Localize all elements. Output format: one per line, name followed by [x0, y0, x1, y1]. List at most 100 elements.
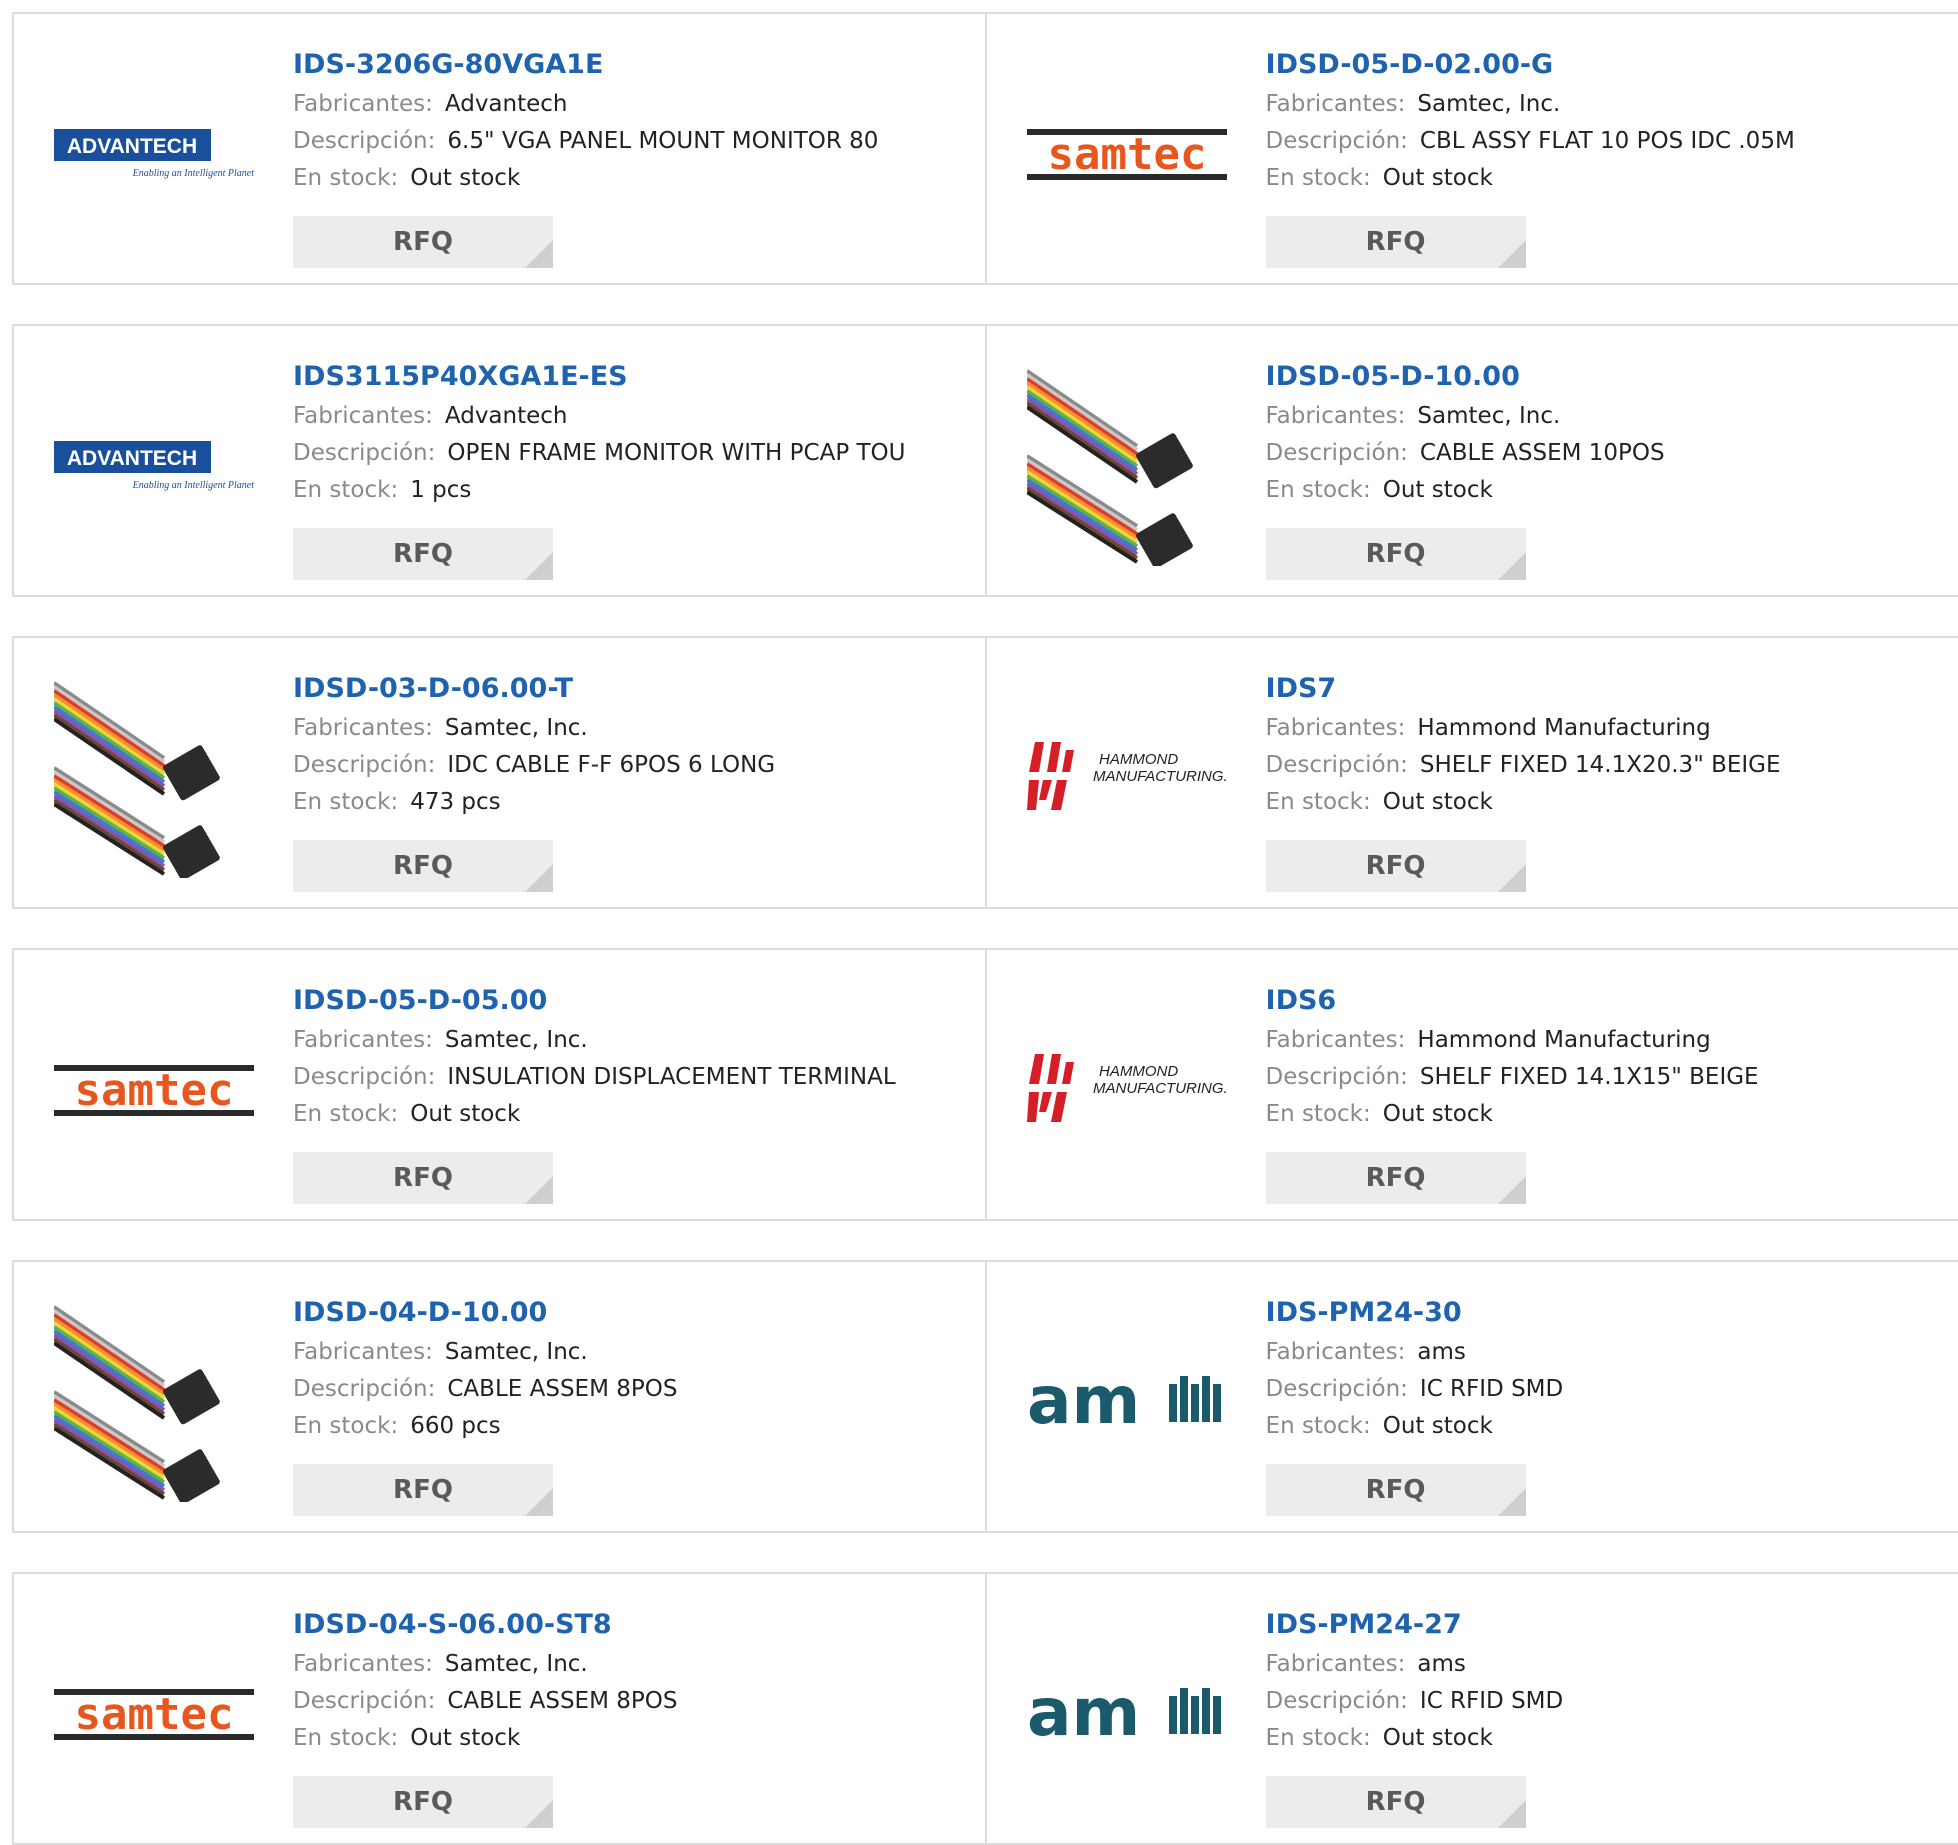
rfq-button[interactable]: RFQ	[1265, 1464, 1526, 1516]
description-label: Descripción:	[1265, 1688, 1408, 1714]
stock-value: Out stock	[1382, 1413, 1493, 1439]
product-card: am IDS-PM24-30 Fabricantes: ams Descripción:…	[986, 1260, 1958, 1533]
part-number-link[interactable]: IDS3115P40XGA1E-ES	[293, 356, 975, 398]
description-line: Descripción: IC RFID SMD	[1266, 1371, 1958, 1408]
product-info: IDSD-05-D-02.00-G Fabricantes: Samtec, Inc…	[1266, 44, 1958, 197]
stock-value: Out stock	[410, 165, 521, 191]
manufacturer-line: Fabricantes: Hammond Manufacturing	[1266, 1022, 1958, 1059]
part-number-link[interactable]: IDSD-05-D-10.00	[1266, 356, 1958, 398]
product-info: IDS7 Fabricantes: Hammond Manufacturing Des…	[1266, 668, 1958, 821]
rfq-label: RFQ	[1365, 539, 1426, 569]
stock-value: Out stock	[1382, 1101, 1493, 1127]
advantech-logo-tagline: Enabling an Intelligent Planet	[132, 168, 254, 179]
part-number-link[interactable]: IDSD-03-D-06.00-T	[293, 668, 975, 710]
rfq-label: RFQ	[393, 539, 453, 569]
rfq-corner-decoration	[525, 1800, 553, 1828]
hammond-logo-text: HAMMOND	[1099, 1063, 1178, 1080]
part-number-link[interactable]: IDS-3206G-80VGA1E	[293, 44, 975, 86]
manufacturer-label: Fabricantes:	[1265, 1651, 1406, 1677]
part-number-link[interactable]: IDS-PM24-27	[1266, 1604, 1958, 1646]
manufacturer-value: Samtec, Inc.	[444, 715, 588, 741]
description-line: Descripción: IC RFID SMD	[1266, 1683, 1958, 1720]
part-number-link[interactable]: IDSD-04-D-10.00	[293, 1292, 975, 1334]
stock-value: 660 pcs	[410, 1413, 501, 1439]
manufacturer-line: Fabricantes: Samtec, Inc.	[293, 1022, 975, 1059]
product-info: IDS-PM24-27 Fabricantes: ams Descripción: IC…	[1266, 1604, 1958, 1757]
description-label: Descripción:	[1265, 128, 1408, 154]
manufacturer-label: Fabricantes:	[293, 403, 433, 429]
description-value: CBL ASSY FLAT 10 POS IDC .05M	[1419, 128, 1795, 154]
description-line: Descripción: CABLE ASSEM 10POS	[1266, 435, 1958, 472]
rfq-label: RFQ	[393, 851, 453, 881]
rfq-label: RFQ	[1365, 1475, 1426, 1505]
advantech-logo-text: ADVANTECH	[67, 135, 197, 158]
part-number-link[interactable]: IDSD-04-S-06.00-ST8	[293, 1604, 975, 1646]
part-number-link[interactable]: IDS7	[1266, 668, 1958, 710]
description-line: Descripción: IDC CABLE F-F 6POS 6 LONG	[293, 747, 975, 784]
manufacturer-line: Fabricantes: Samtec, Inc.	[293, 1646, 975, 1683]
manufacturer-value: Hammond Manufacturing	[1417, 1027, 1711, 1053]
rfq-button[interactable]: RFQ	[293, 216, 553, 268]
product-info: IDS-3206G-80VGA1E Fabricantes: Advantech De…	[293, 44, 975, 197]
stock-label: En stock:	[293, 789, 399, 815]
product-card: ADVANTECH Enabling an Intelligent Planet I…	[12, 324, 987, 597]
stock-line: En stock: 1 pcs	[293, 472, 975, 509]
cable-photo-logo	[54, 1302, 254, 1502]
manufacturer-value: Samtec, Inc.	[444, 1027, 588, 1053]
part-number-link[interactable]: IDSD-05-D-02.00-G	[1266, 44, 1958, 86]
description-line: Descripción: CBL ASSY FLAT 10 POS IDC .05…	[1266, 123, 1958, 160]
hammond-logo-subtext: MANUFACTURING.	[1093, 1080, 1227, 1097]
rfq-label: RFQ	[1365, 1163, 1426, 1193]
description-value: CABLE ASSEM 8POS	[447, 1376, 678, 1402]
rfq-corner-decoration	[525, 1488, 553, 1516]
description-label: Descripción:	[1265, 1064, 1408, 1090]
rfq-button[interactable]: RFQ	[293, 1464, 553, 1516]
product-card: IDSD-05-D-10.00 Fabricantes: Samtec, Inc. D…	[986, 324, 1958, 597]
stock-label: En stock:	[1265, 1413, 1371, 1439]
part-number-link[interactable]: IDS6	[1266, 980, 1958, 1022]
manufacturer-line: Fabricantes: ams	[1266, 1646, 1958, 1683]
product-grid: ADVANTECH Enabling an Intelligent Planet I…	[0, 0, 1958, 1845]
description-label: Descripción:	[293, 128, 436, 154]
rfq-button[interactable]: RFQ	[1265, 1152, 1526, 1204]
rfq-corner-decoration	[1497, 1488, 1526, 1516]
stock-label: En stock:	[293, 1413, 399, 1439]
rfq-button[interactable]: RFQ	[293, 1776, 553, 1828]
samtec-logo: samtec	[54, 990, 254, 1190]
stock-line: En stock: Out stock	[1266, 1720, 1958, 1757]
rfq-button[interactable]: RFQ	[1265, 216, 1526, 268]
manufacturer-value: Samtec, Inc.	[444, 1651, 588, 1677]
product-card: HAMMOND MANUFACTURING. IDS7 Fabricantes: Ham…	[986, 636, 1958, 909]
product-card: IDSD-03-D-06.00-T Fabricantes: Samtec, Inc…	[12, 636, 987, 909]
manufacturer-label: Fabricantes:	[293, 1339, 433, 1365]
rfq-button[interactable]: RFQ	[1265, 528, 1526, 580]
part-number-link[interactable]: IDS-PM24-30	[1266, 1292, 1958, 1334]
rfq-label: RFQ	[1365, 227, 1426, 257]
manufacturer-label: Fabricantes:	[1265, 1339, 1406, 1365]
manufacturer-line: Fabricantes: Advantech	[293, 86, 975, 123]
rfq-corner-decoration	[1497, 552, 1526, 580]
rfq-button[interactable]: RFQ	[1265, 1776, 1526, 1828]
manufacturer-line: Fabricantes: Samtec, Inc.	[293, 1334, 975, 1371]
manufacturer-line: Fabricantes: Samtec, Inc.	[1266, 86, 1958, 123]
stock-line: En stock: Out stock	[1266, 160, 1958, 197]
rfq-label: RFQ	[1365, 1787, 1426, 1817]
rfq-button[interactable]: RFQ	[293, 528, 553, 580]
manufacturer-label: Fabricantes:	[293, 715, 433, 741]
description-line: Descripción: SHELF FIXED 14.1X15" BEIGE	[1266, 1059, 1958, 1096]
stock-value: Out stock	[410, 1725, 521, 1751]
part-number-link[interactable]: IDSD-05-D-05.00	[293, 980, 975, 1022]
rfq-button[interactable]: RFQ	[1265, 840, 1526, 892]
rfq-corner-decoration	[1497, 1176, 1526, 1204]
rfq-corner-decoration	[525, 240, 553, 268]
advantech-logo-tagline: Enabling an Intelligent Planet	[132, 480, 254, 491]
cable-photo-logo	[1026, 366, 1227, 566]
rfq-button[interactable]: RFQ	[293, 840, 553, 892]
description-label: Descripción:	[1265, 440, 1408, 466]
description-label: Descripción:	[1265, 1376, 1408, 1402]
manufacturer-value: ams	[1417, 1339, 1466, 1365]
manufacturer-value: Advantech	[444, 403, 568, 429]
rfq-corner-decoration	[525, 864, 553, 892]
product-row: ADVANTECH Enabling an Intelligent Planet I…	[12, 12, 1958, 285]
rfq-button[interactable]: RFQ	[293, 1152, 553, 1204]
